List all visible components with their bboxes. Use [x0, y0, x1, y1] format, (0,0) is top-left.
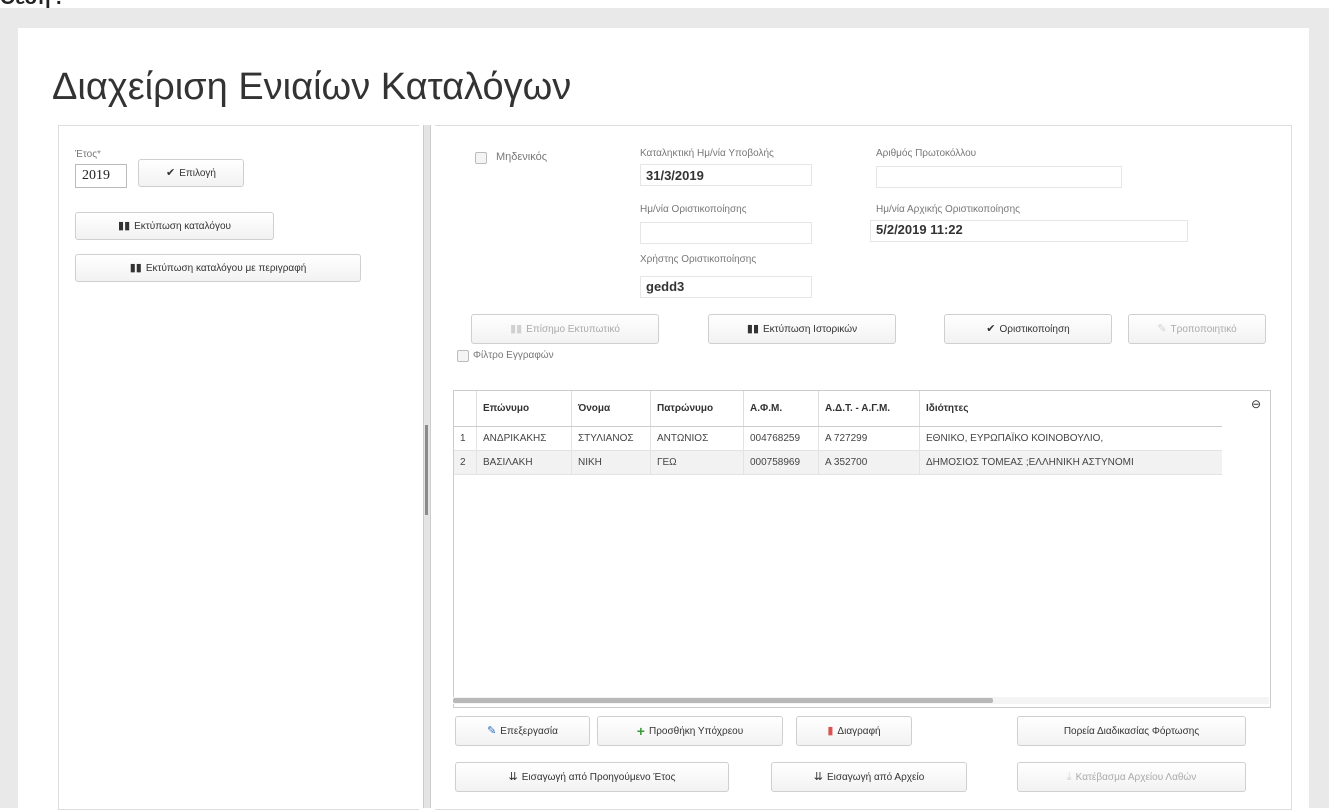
- cell-surname: ΑΝΔΡΙΚΑΚΗΣ: [476, 426, 572, 451]
- add-obligor-button[interactable]: + Προσθήκη Υπόχρεου: [597, 716, 783, 746]
- import-previous-year-label: Εισαγωγή από Προηγούμενο Έτος: [521, 771, 676, 783]
- records-grid: Επώνυμο Όνομα Πατρώνυμο Α.Φ.Μ. Α.Δ.Τ. - …: [453, 390, 1271, 708]
- table-row[interactable]: 1 ΑΝΔΡΙΚΑΚΗΣ ΣΤΥΛΙΑΝΟΣ ΑΝΤΩΝΙΟΣ 00476825…: [454, 426, 1222, 451]
- edit-button[interactable]: ✎ Επεξεργασία: [455, 716, 590, 746]
- initial-finalize-label: Ημ/νία Αρχικής Οριστικοποίησης: [876, 204, 1020, 215]
- amendment-label: Τροποποιητικό: [1170, 323, 1237, 335]
- bar-chart-icon: ▮▮: [129, 261, 142, 274]
- check-icon: ✔: [166, 166, 176, 179]
- print-catalog-desc-button[interactable]: ▮▮ Εκτύπωση καταλόγου με περιγραφή: [75, 254, 361, 282]
- download-errors-label: Κατέβασμα Αρχείου Λαθών: [1075, 771, 1197, 783]
- cell-name: ΝΙΚΗ: [571, 450, 651, 475]
- finalize-user-label: Χρήστης Οριστικοποίησης: [640, 254, 757, 265]
- bar-chart-icon: ▮▮: [510, 322, 523, 335]
- cell-properties: ΔΗΜΟΣΙΟΣ ΤΟΜΕΑΣ ;ΕΛΛΗΝΙΚΗ ΑΣΤΥΝΟΜΙ: [919, 450, 1222, 475]
- print-catalog-label: Εκτύπωση καταλόγου: [134, 220, 231, 232]
- cell-father: ΑΝΤΩΝΙΟΣ: [650, 426, 744, 451]
- import-icon: ⇊: [508, 770, 518, 783]
- col-header-properties[interactable]: Ιδιότητες: [919, 391, 1222, 427]
- cell-properties: ΕΘΝΙΚΟ, ΕΥΡΩΠΑΪΚΟ ΚΟΙΝΟΒΟΥΛΙΟ,: [919, 426, 1222, 451]
- print-catalog-desc-label: Εκτύπωση καταλόγου με περιγραφή: [145, 262, 307, 274]
- bar-chart-icon: ▮▮: [746, 322, 759, 335]
- cell-afm: 004768259: [743, 426, 819, 451]
- delete-label: Διαγραφή: [837, 725, 881, 737]
- col-header-father[interactable]: Πατρώνυμο: [650, 391, 744, 427]
- zero-label: Μηδενικός: [496, 151, 548, 163]
- splitter-grip[interactable]: [425, 425, 428, 515]
- grid-scrollbar-thumb[interactable]: [453, 698, 993, 703]
- finalize-button[interactable]: ✔ Οριστικοποίηση: [944, 314, 1112, 344]
- top-strip: Θέση .: [0, 0, 1329, 9]
- load-progress-button[interactable]: Πορεία Διαδικασίας Φόρτωσης: [1017, 716, 1246, 746]
- page-title: Διαχείριση Ενιαίων Καταλόγων: [52, 66, 572, 108]
- checkmark-line-icon: ✔: [986, 322, 996, 335]
- amendment-button[interactable]: ✎ Τροποποιητικό: [1128, 314, 1266, 344]
- table-row[interactable]: 2 ΒΑΣΙΛΑΚΗ ΝΙΚΗ ΓΕΩ 000758969 Α 352700 Δ…: [454, 450, 1222, 475]
- col-header-id[interactable]: Α.Δ.Τ. - Α.Γ.Μ.: [818, 391, 920, 427]
- finalize-user-value: gedd3: [646, 279, 685, 294]
- cell-surname: ΒΑΣΙΛΑΚΗ: [476, 450, 572, 475]
- cell-father: ΓΕΩ: [650, 450, 744, 475]
- cell-name: ΣΤΥΛΙΑΝΟΣ: [571, 426, 651, 451]
- col-header-name[interactable]: Όνομα: [571, 391, 651, 427]
- edit-label: Επεξεργασία: [500, 725, 558, 737]
- load-progress-label: Πορεία Διαδικασίας Φόρτωσης: [1063, 725, 1200, 737]
- deadline-label: Καταληκτική Ημ/νία Υποβολής: [640, 148, 774, 159]
- import-file-button[interactable]: ⇊ Εισαγωγή από Αρχείο: [771, 762, 967, 792]
- cell-id: Α 727299: [818, 426, 920, 451]
- column-menu-icon[interactable]: ⊖: [1251, 397, 1261, 411]
- download-icon: ⤓: [1066, 770, 1072, 783]
- import-icon: ⇊: [813, 770, 823, 783]
- official-print-label: Επίσημο Εκτυπωτικό: [526, 323, 620, 335]
- history-print-label: Εκτύπωση Ιστορικών: [763, 323, 858, 335]
- col-header-afm[interactable]: Α.Φ.Μ.: [743, 391, 819, 427]
- filter-label: Φίλτρο Εγγραφών: [473, 350, 554, 361]
- deadline-value: 31/3/2019: [646, 168, 704, 183]
- download-errors-button[interactable]: ⤓ Κατέβασμα Αρχείου Λαθών: [1017, 762, 1246, 792]
- filter-checkbox[interactable]: [457, 350, 469, 362]
- pencil-icon: ✎: [487, 724, 497, 737]
- cell-afm: 000758969: [743, 450, 819, 475]
- cell-index: 2: [454, 450, 477, 475]
- plus-icon: +: [636, 723, 645, 739]
- edit-square-icon: ✎: [1157, 322, 1167, 335]
- cell-id: Α 352700: [818, 450, 920, 475]
- year-label: Έτος*: [75, 149, 101, 160]
- zero-checkbox[interactable]: [475, 152, 487, 164]
- trash-icon: ▮: [827, 724, 834, 737]
- select-year-label: Επιλογή: [179, 167, 216, 179]
- cell-index: 1: [454, 426, 477, 451]
- col-header-index[interactable]: [454, 391, 477, 427]
- history-print-button[interactable]: ▮▮ Εκτύπωση Ιστορικών: [708, 314, 896, 344]
- import-previous-year-button[interactable]: ⇊ Εισαγωγή από Προηγούμενο Έτος: [455, 762, 729, 792]
- finalize-date-field: [640, 222, 812, 244]
- initial-finalize-value: 5/2/2019 11:22: [876, 222, 963, 237]
- bar-chart-icon: ▮▮: [118, 219, 131, 232]
- finalize-date-label: Ημ/νία Οριστικοποίησης: [640, 204, 747, 215]
- select-year-button[interactable]: ✔ Επιλογή: [138, 159, 244, 187]
- protocol-label: Αριθμός Πρωτοκόλλου: [876, 148, 977, 159]
- print-catalog-button[interactable]: ▮▮ Εκτύπωση καταλόγου: [75, 212, 274, 240]
- grid-header-row: Επώνυμο Όνομα Πατρώνυμο Α.Φ.Μ. Α.Δ.Τ. - …: [454, 391, 1222, 427]
- add-obligor-label: Προσθήκη Υπόχρεου: [648, 725, 744, 737]
- import-file-label: Εισαγωγή από Αρχείο: [826, 771, 925, 783]
- finalize-label: Οριστικοποίηση: [999, 323, 1070, 335]
- protocol-field: [876, 166, 1122, 188]
- year-input[interactable]: 2019: [75, 164, 127, 188]
- official-print-button[interactable]: ▮▮ Επίσημο Εκτυπωτικό: [471, 314, 659, 344]
- records-table: Επώνυμο Όνομα Πατρώνυμο Α.Φ.Μ. Α.Δ.Τ. - …: [454, 391, 1222, 475]
- col-header-surname[interactable]: Επώνυμο: [476, 391, 572, 427]
- delete-button[interactable]: ▮ Διαγραφή: [796, 716, 912, 746]
